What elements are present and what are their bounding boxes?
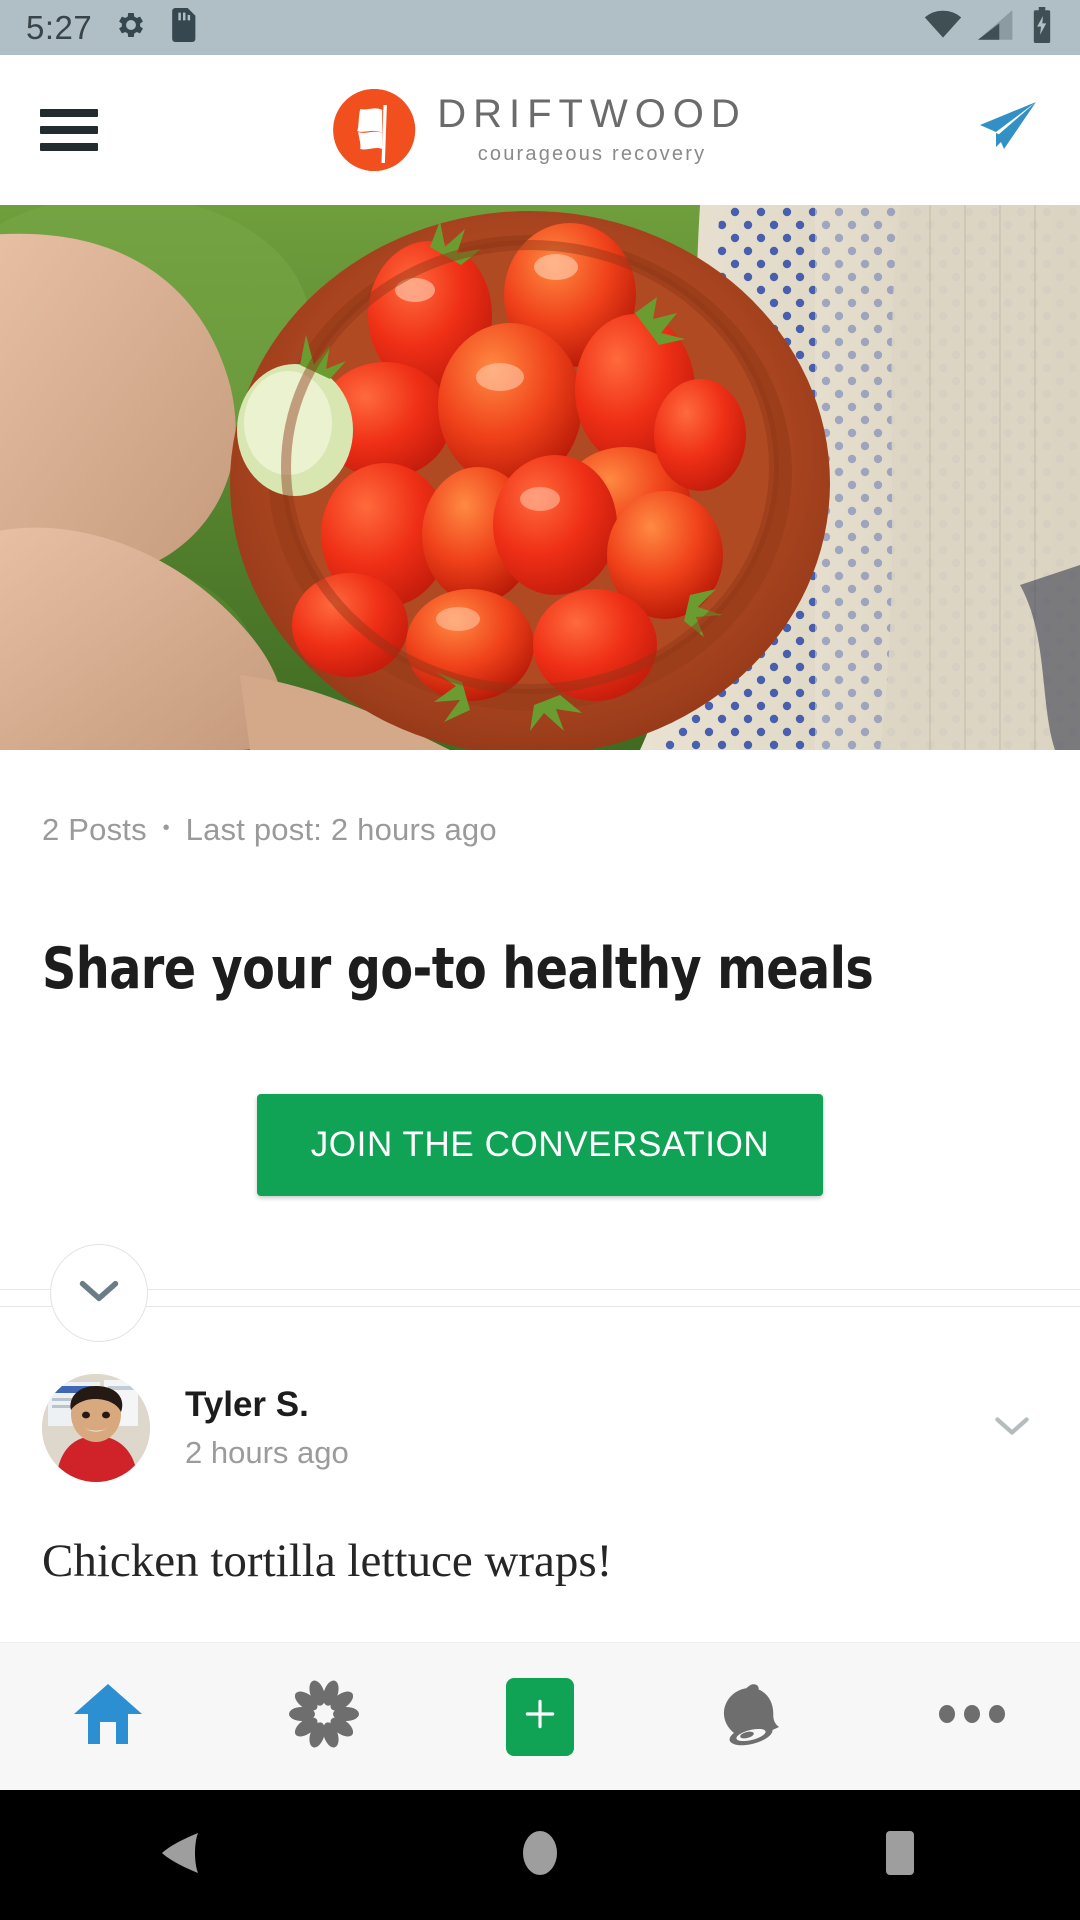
post-identity: Tyler S. 2 hours ago (185, 1385, 349, 1471)
expand-thread-button[interactable] (50, 1244, 148, 1342)
android-back-button[interactable] (0, 1790, 360, 1920)
post-header: Tyler S. 2 hours ago (42, 1374, 1038, 1482)
recents-square-icon (881, 1828, 919, 1883)
cellular-signal-icon (978, 10, 1014, 45)
status-bar-right (924, 7, 1054, 48)
cta-container: JOIN THE CONVERSATION (42, 1094, 1038, 1196)
brand-name: DRIFTWOOD (437, 92, 747, 136)
divider-line-top (0, 1289, 1080, 1290)
chevron-down-icon (992, 1416, 1032, 1443)
more-horizontal-icon (936, 1701, 1008, 1732)
android-home-button[interactable] (360, 1790, 720, 1920)
plus-icon (521, 1695, 559, 1738)
nav-item-create[interactable] (432, 1643, 648, 1790)
post-timestamp: 2 hours ago (185, 1435, 349, 1470)
android-recents-button[interactable] (720, 1790, 1080, 1920)
chevron-down-icon (77, 1276, 121, 1311)
nav-item-notifications[interactable] (648, 1643, 864, 1790)
avatar[interactable] (42, 1374, 150, 1482)
back-triangle-icon (158, 1829, 202, 1882)
nav-item-more[interactable] (864, 1643, 1080, 1790)
add-post-button[interactable] (506, 1677, 574, 1756)
post-body-text: Chicken tortilla lettuce wraps! (42, 1535, 613, 1587)
hero-image (0, 205, 1080, 750)
post-item: Tyler S. 2 hours ago Chicken tortilla le… (0, 1374, 1080, 1588)
home-icon (72, 1680, 144, 1753)
divider-line-bottom (0, 1306, 1080, 1307)
topic-content: 2 Posts • Last post: 2 hours ago Share y… (0, 750, 1080, 1196)
nav-item-explore[interactable] (216, 1643, 432, 1790)
post-options-button[interactable] (992, 1413, 1038, 1444)
android-navigation-bar (0, 1790, 1080, 1920)
nav-item-home[interactable] (0, 1643, 216, 1790)
page-title: Share your go-to healthy meals (42, 936, 874, 1002)
sd-card-icon (170, 8, 196, 47)
topic-meta: 2 Posts • Last post: 2 hours ago (42, 750, 1038, 848)
post-count: 2 Posts (42, 812, 147, 847)
battery-charging-icon (1030, 7, 1054, 48)
send-paper-plane-icon[interactable] (974, 99, 1040, 162)
last-post-time: Last post: 2 hours ago (185, 812, 497, 847)
bottom-navigation-bar (0, 1642, 1080, 1790)
brand-text: DRIFTWOOD courageous recovery (437, 94, 747, 166)
hamburger-menu-icon[interactable] (40, 100, 98, 160)
brand-tagline: courageous recovery (477, 143, 707, 165)
bell-icon (721, 1678, 791, 1755)
pinwheel-flower-icon (288, 1678, 360, 1755)
status-bar-clock: 5:27 (26, 8, 93, 46)
meta-separator: • (162, 817, 170, 839)
thread-divider (0, 1230, 1080, 1356)
status-bar: 5:27 (0, 0, 1080, 55)
join-conversation-button[interactable]: JOIN THE CONVERSATION (256, 1094, 824, 1196)
flag-logo-icon (333, 89, 416, 171)
brand-logo[interactable]: DRIFTWOOD courageous recovery (333, 89, 747, 171)
wifi-icon (924, 10, 962, 45)
app-header: DRIFTWOOD courageous recovery (0, 55, 1080, 205)
status-bar-left: 5:27 (26, 8, 196, 47)
home-circle-icon (520, 1827, 560, 1884)
gear-icon (114, 8, 148, 47)
post-author-name: Tyler S. (185, 1385, 309, 1424)
